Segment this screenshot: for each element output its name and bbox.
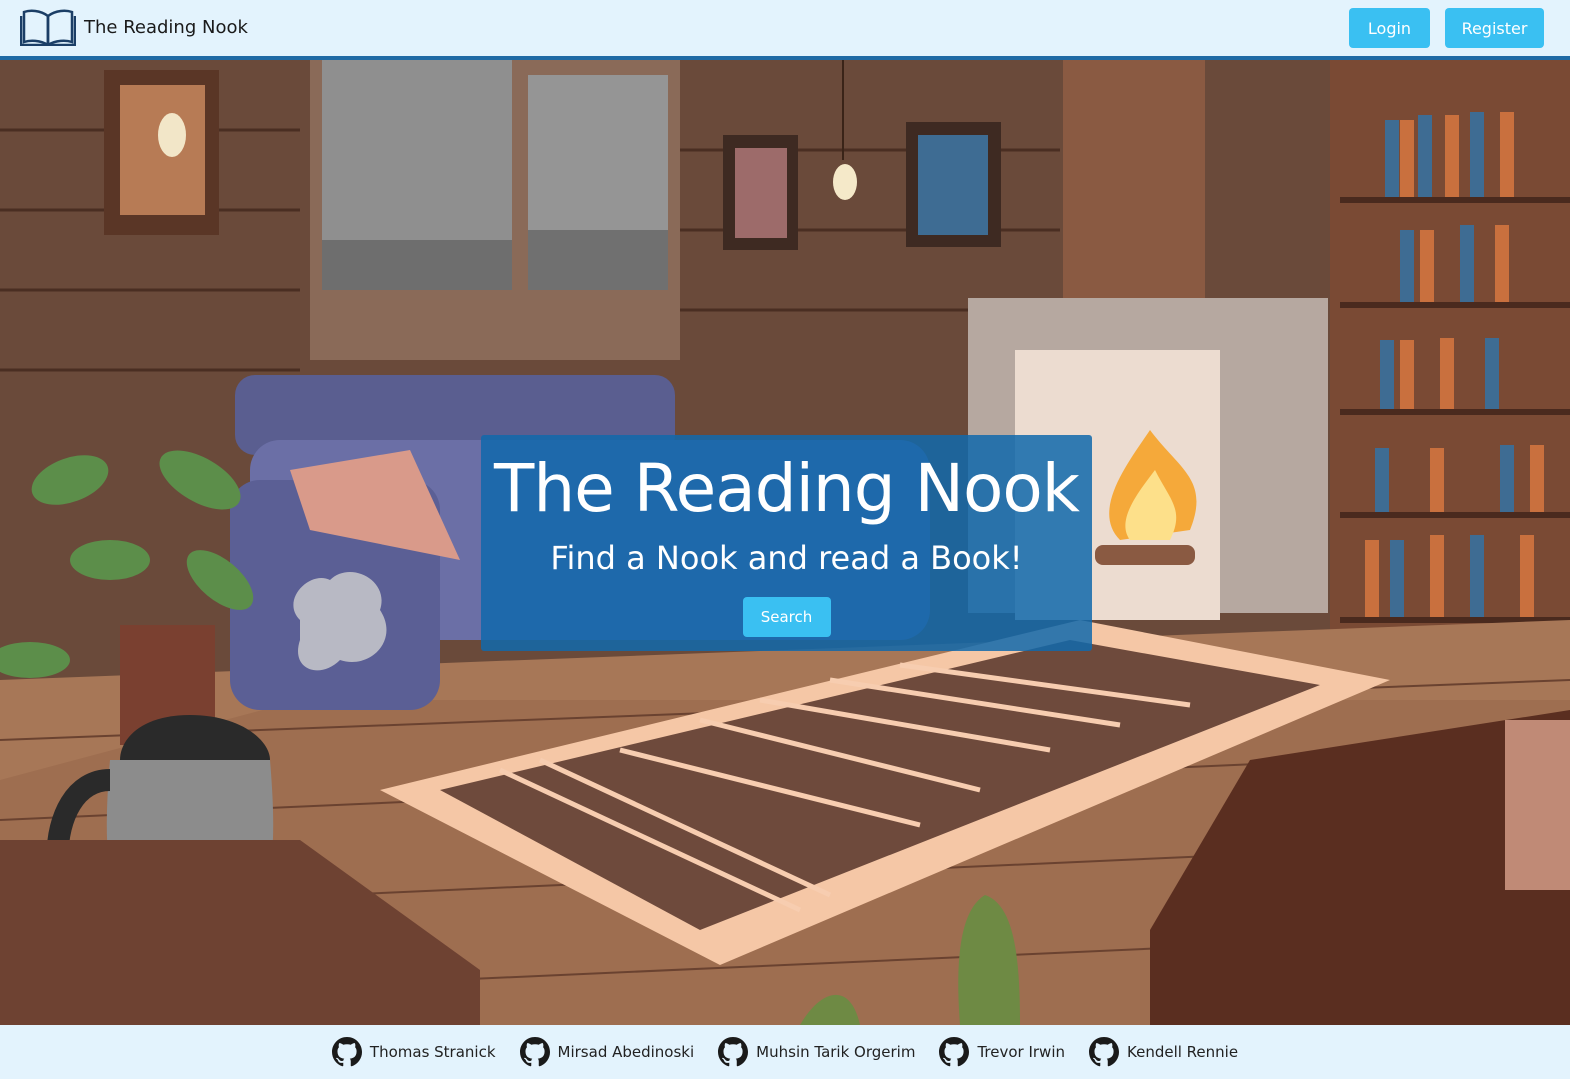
author-name: Trevor Irwin (977, 1043, 1065, 1061)
author-link-kendell-rennie[interactable]: Kendell Rennie (1089, 1037, 1238, 1067)
register-button[interactable]: Register (1445, 8, 1544, 48)
author-link-mirsad-abedinoski[interactable]: Mirsad Abedinoski (519, 1037, 695, 1067)
github-icon (718, 1037, 749, 1067)
github-icon (519, 1037, 550, 1067)
author-name: Muhsin Tarik Orgerim (756, 1043, 916, 1061)
author-name: Mirsad Abedinoski (557, 1043, 695, 1061)
brand-title: The Reading Nook (84, 16, 248, 38)
github-icon (1089, 1037, 1119, 1067)
search-button[interactable]: Search (742, 597, 831, 637)
author-name: Kendell Rennie (1127, 1043, 1239, 1061)
open-book-icon (20, 9, 76, 46)
hero-subtitle: Find a Nook and read a Book! (550, 539, 1023, 577)
author-link-trevor-irwin[interactable]: Trevor Irwin (939, 1037, 1065, 1067)
hero-title: The Reading Nook (494, 450, 1080, 527)
github-icon (331, 1037, 362, 1067)
github-icon (939, 1037, 970, 1067)
author-link-thomas-stranick[interactable]: Thomas Stranick (331, 1037, 496, 1067)
footer: Thomas Stranick Mirsad Abedinoski Muhsin… (0, 1025, 1570, 1079)
author-name: Thomas Stranick (369, 1043, 496, 1061)
navbar: The Reading Nook Login Register (0, 0, 1570, 60)
login-button[interactable]: Login (1349, 8, 1430, 48)
hero-card: The Reading Nook Find a Nook and read a … (481, 435, 1092, 651)
author-link-muhsin-tarik-orgerim[interactable]: Muhsin Tarik Orgerim (718, 1037, 915, 1067)
brand[interactable]: The Reading Nook (20, 8, 248, 46)
